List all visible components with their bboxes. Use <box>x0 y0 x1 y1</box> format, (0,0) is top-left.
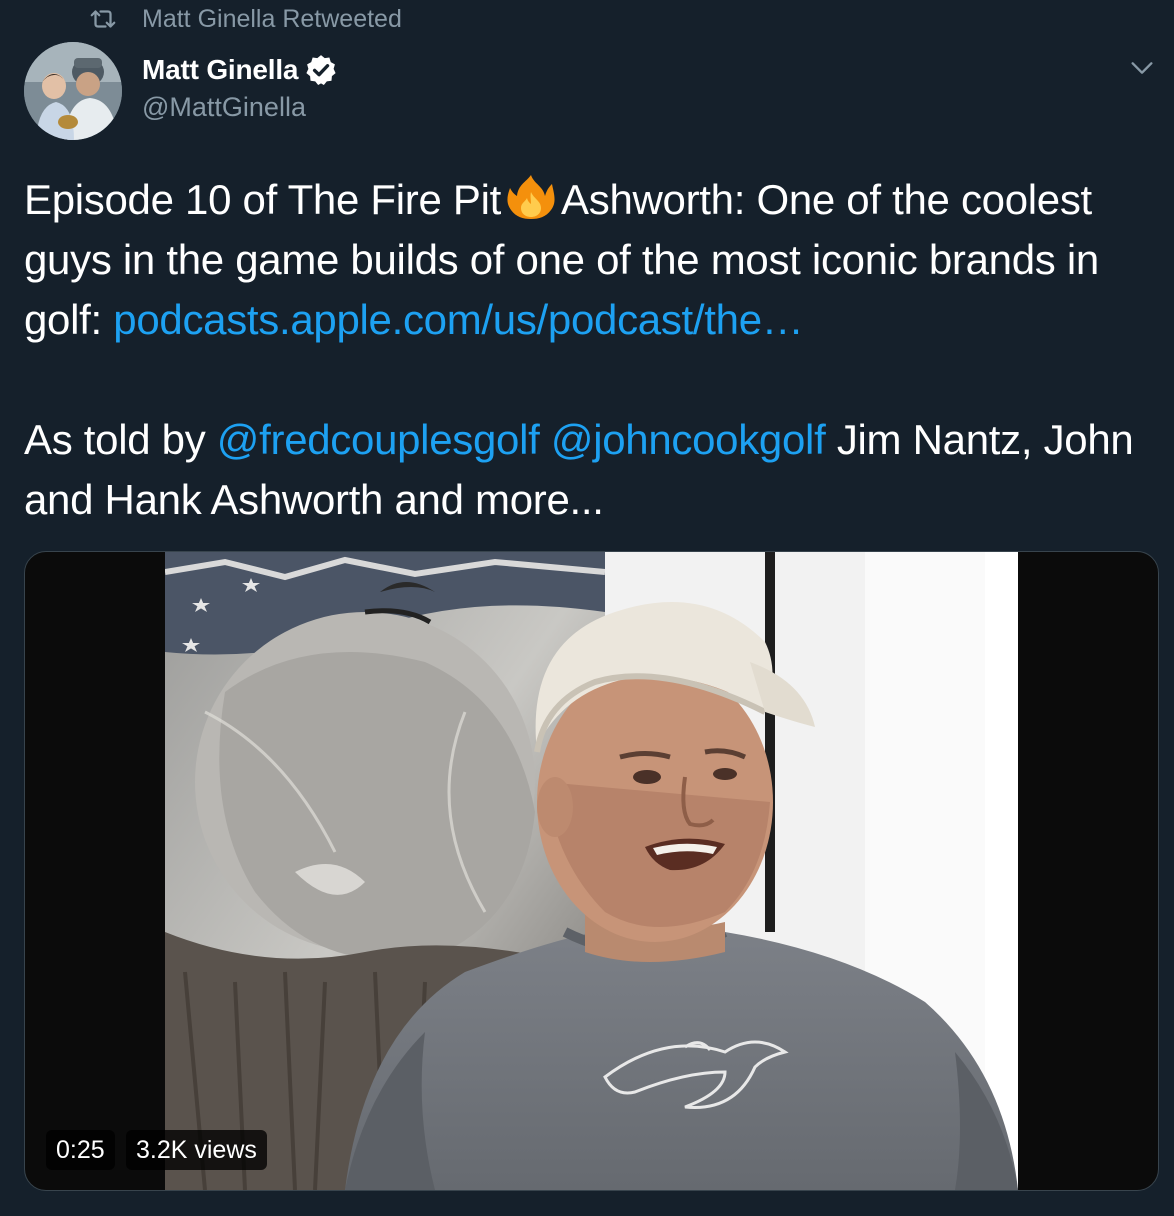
author-name-row[interactable]: Matt Ginella <box>142 52 338 88</box>
tweet-text: Episode 10 of The Fire Pit Ashworth: One… <box>24 170 1154 530</box>
video-thumbnail[interactable] <box>165 552 1018 1190</box>
video-duration-badge: 0:25 <box>46 1130 115 1170</box>
avatar[interactable] <box>24 42 122 140</box>
chevron-down-icon[interactable] <box>1128 54 1156 82</box>
video-views-badge: 3.2K views <box>126 1130 267 1170</box>
video-player[interactable]: 0:25 3.2K views <box>24 551 1159 1191</box>
podcast-link[interactable]: podcasts.apple.com/us/podcast/the… <box>113 296 804 343</box>
video-frame-image <box>165 552 1018 1190</box>
retweet-label[interactable]: Matt Ginella Retweeted <box>142 5 402 34</box>
fire-emoji-icon <box>507 175 555 219</box>
tweet-paragraph-2: As told by @fredcouplesgolf @johncookgol… <box>24 410 1154 530</box>
tweet-text-part: Episode 10 of The Fire Pit <box>24 176 502 223</box>
author-display-name[interactable]: Matt Ginella <box>142 54 298 86</box>
avatar-photo <box>24 42 122 140</box>
retweet-icon <box>90 10 116 28</box>
mention-fredcouplesgolf[interactable]: @fredcouplesgolf <box>217 416 540 463</box>
mention-johncookgolf[interactable]: @johncookgolf <box>551 416 826 463</box>
tweet-paragraph-1: Episode 10 of The Fire Pit Ashworth: One… <box>24 170 1154 350</box>
retweet-context: Matt Ginella Retweeted <box>88 4 402 34</box>
tweet-card[interactable]: Matt Ginella Retweeted Matt Ginella @Mat… <box>0 0 1174 1216</box>
tweet-text-part: As told by <box>24 416 217 463</box>
author-handle[interactable]: @MattGinella <box>142 92 306 123</box>
verified-badge-icon <box>306 55 336 86</box>
